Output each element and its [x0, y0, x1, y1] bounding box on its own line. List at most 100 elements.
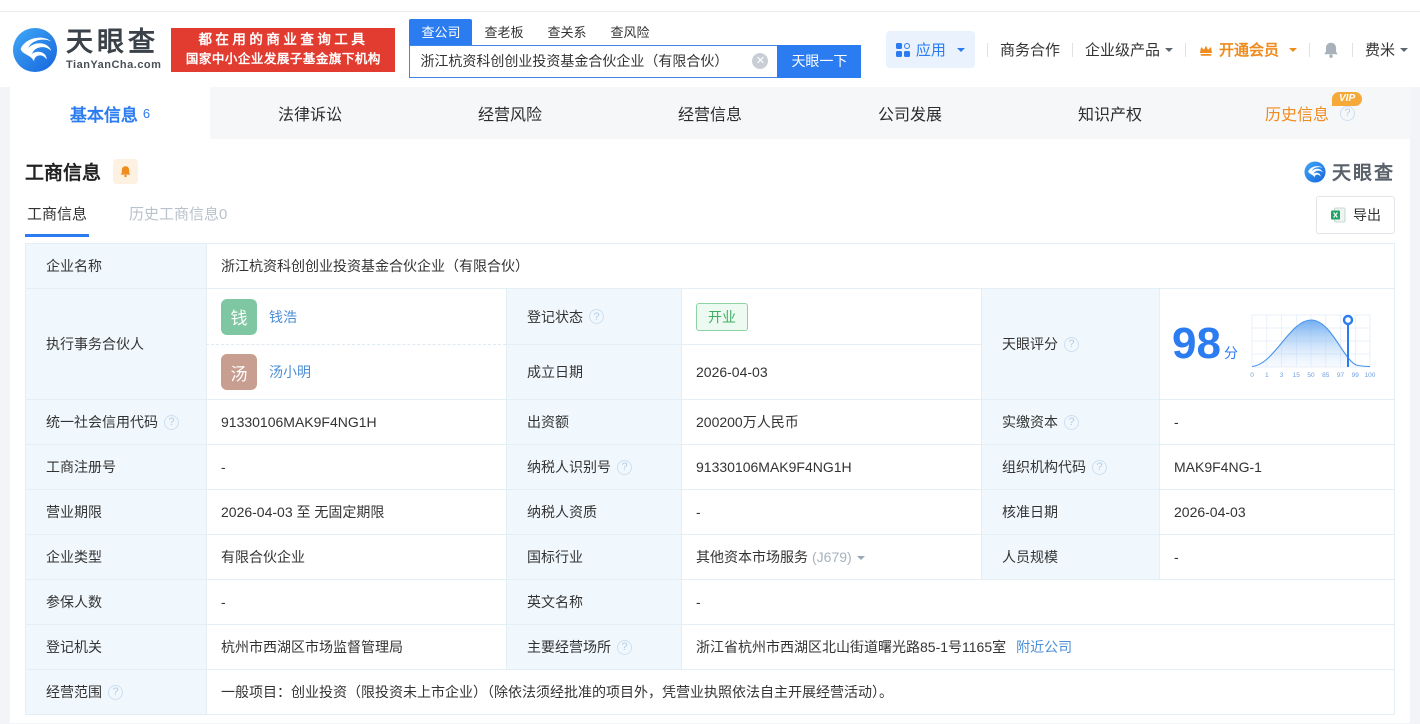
chevron-down-icon — [1400, 48, 1408, 56]
field-label: 参保人数 — [26, 580, 206, 624]
industry-value: 其他资本市场服务 (J679) — [681, 535, 981, 579]
score-unit: 分 — [1223, 345, 1238, 361]
field-label: 成立日期 — [506, 344, 681, 399]
svg-text:85: 85 — [1322, 372, 1330, 379]
tianyancha-logo[interactable]: 天眼查 TianYanCha.com — [12, 27, 161, 73]
tab-label: 经营风险 — [477, 107, 542, 124]
top-strip — [0, 0, 1420, 12]
table-row: 工商注册号 - 纳税人识别号 91330106MAK9F4NG1H 组织机构代码… — [26, 444, 1394, 489]
notification-bell-icon[interactable] — [1322, 41, 1340, 59]
tab-label: 经营信息 — [677, 107, 742, 124]
subtab-business-info[interactable]: 工商信息 — [25, 193, 90, 237]
search-tab-risk[interactable]: 查风险 — [598, 19, 661, 45]
field-label: 登记状态 — [506, 289, 681, 344]
field-label: 国标行业 — [506, 535, 681, 579]
menu-item-cooperation[interactable]: 商务合作 — [1000, 39, 1060, 60]
tab-count: 6 — [142, 105, 151, 121]
svg-text:50: 50 — [1307, 372, 1315, 379]
apps-menu-button[interactable]: 应用 — [885, 31, 975, 68]
tab-label: 法律诉讼 — [277, 107, 342, 124]
avatar[interactable]: 钱 — [221, 298, 257, 335]
user-menu[interactable]: 费米 — [1365, 39, 1408, 60]
reg-status-value: 开业 — [681, 289, 981, 344]
label-text: 组织机构代码 — [1002, 459, 1086, 475]
search-tab-boss[interactable]: 查老板 — [472, 19, 535, 45]
help-icon[interactable] — [164, 414, 179, 430]
apps-menu-label: 应用 — [915, 42, 946, 59]
export-label: 导出 — [1353, 207, 1381, 223]
help-icon[interactable] — [589, 309, 604, 324]
subscribe-bell-icon[interactable] — [113, 159, 139, 184]
org-code-value: MAK9F4NG-1 — [1159, 445, 1394, 489]
open-vip-button[interactable]: 开通会员 — [1198, 39, 1297, 60]
tab-history-info[interactable]: VIP 历史信息 — [1210, 87, 1410, 139]
search-button[interactable]: 天眼一下 — [777, 44, 862, 78]
export-button[interactable]: 导出 — [1316, 196, 1395, 234]
svg-text:0: 0 — [1250, 372, 1254, 379]
partner-item: 汤 汤小明 — [206, 344, 506, 399]
field-label: 登记机关 — [26, 625, 206, 669]
table-row: 登记机关 杭州市西湖区市场监督管理局 主要经营场所 浙江省杭州市西湖区北山街道曙… — [26, 624, 1394, 669]
excel-icon — [1331, 207, 1346, 223]
company-type-value: 有限合伙企业 — [206, 535, 506, 579]
partner-link[interactable]: 汤小明 — [269, 362, 311, 382]
tianyancha-logo-icon — [12, 27, 58, 72]
promo-line2: 国家中小企业发展子基金旗下机构 — [185, 52, 381, 67]
help-icon[interactable] — [1092, 459, 1107, 475]
apps-grid-icon — [895, 42, 910, 57]
status-badge: 开业 — [696, 302, 748, 331]
promo-banner: 都在用的商业查询工具 国家中小企业发展子基金旗下机构 — [171, 27, 396, 72]
subtab-history-business-info[interactable]: 历史工商信息0 — [127, 193, 229, 237]
chevron-down-icon[interactable] — [856, 555, 865, 564]
tab-operation-risk[interactable]: 经营风险 — [410, 87, 610, 139]
field-label: 企业名称 — [26, 244, 206, 288]
menu-divider — [986, 42, 988, 57]
partner-link[interactable]: 钱浩 — [269, 307, 297, 327]
help-icon[interactable] — [617, 459, 632, 475]
help-icon[interactable] — [617, 639, 632, 655]
search-input[interactable] — [409, 44, 778, 78]
field-label: 出资额 — [506, 400, 681, 444]
label-text: 主要经营场所 — [527, 639, 611, 655]
svg-text:99: 99 — [1352, 372, 1360, 379]
paid-capital-value: - — [1159, 400, 1394, 444]
company-name-value: 浙江杭资科创创业投资基金合伙企业（有限合伙） — [206, 244, 1394, 288]
help-icon[interactable] — [1064, 336, 1079, 352]
address-text: 浙江省杭州市西湖区北山街道曙光路85-1号1165室 — [696, 639, 1007, 655]
tab-intellectual-property[interactable]: 知识产权 — [1010, 87, 1210, 139]
tianyancha-logo-icon — [1304, 160, 1326, 183]
search-tab-company[interactable]: 查公司 — [409, 18, 473, 45]
avatar[interactable]: 汤 — [221, 354, 257, 390]
tab-operation-info[interactable]: 经营信息 — [610, 87, 810, 139]
nearby-companies-link[interactable]: 附近公司 — [1016, 637, 1072, 657]
tab-basic-info[interactable]: 基本信息 6 — [10, 87, 210, 139]
taxpayer-quality-value: - — [681, 490, 981, 534]
svg-text:97: 97 — [1337, 372, 1345, 379]
field-label: 主要经营场所 — [506, 625, 681, 669]
field-label: 营业期限 — [26, 490, 206, 534]
search-tab-relation[interactable]: 查关系 — [535, 19, 598, 45]
menu-item-enterprise[interactable]: 企业级产品 — [1085, 39, 1173, 60]
score-distribution-chart: 0 1 3 15 50 85 97 99 100 — [1250, 314, 1376, 379]
menu-divider — [1184, 42, 1186, 57]
tab-company-development[interactable]: 公司发展 — [810, 87, 1010, 139]
section-header: 工商信息 天眼查 — [25, 139, 1395, 185]
help-icon[interactable] — [1340, 105, 1355, 121]
section-title: 工商信息 — [25, 163, 102, 184]
help-icon[interactable] — [1064, 414, 1079, 430]
reg-number-value: - — [206, 445, 506, 489]
tab-legal-proceedings[interactable]: 法律诉讼 — [210, 87, 410, 139]
menu-divider — [1351, 42, 1353, 57]
score-marker-pin — [1342, 314, 1354, 326]
field-label: 纳税人识别号 — [506, 445, 681, 489]
enterprise-label: 企业级产品 — [1084, 42, 1160, 59]
business-term-value: 2026-04-03 至 无固定期限 — [206, 490, 506, 534]
help-icon[interactable] — [108, 684, 123, 700]
taxpayer-id-value: 91330106MAK9F4NG1H — [681, 445, 981, 489]
field-label: 人员规模 — [981, 535, 1159, 579]
vip-label: 开通会员 — [1218, 42, 1279, 59]
clear-icon[interactable] — [752, 52, 769, 69]
label-text: 经营范围 — [46, 684, 102, 700]
business-address-value: 浙江省杭州市西湖区北山街道曙光路85-1号1165室 附近公司 — [681, 625, 1394, 669]
industry-code: (J679) — [812, 549, 852, 565]
